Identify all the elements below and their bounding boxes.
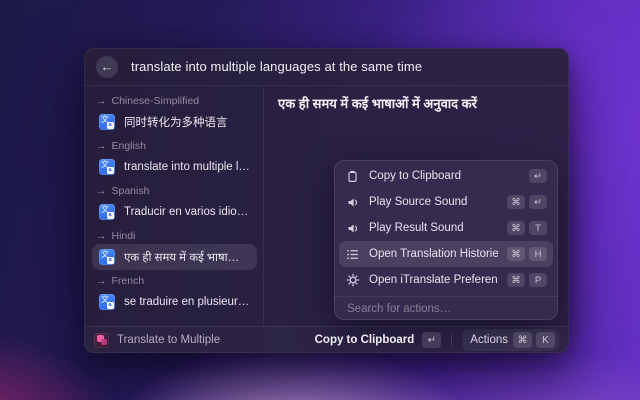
key-badge: ⌘: [507, 221, 525, 235]
arrow-left-icon: ←: [101, 59, 114, 74]
section-label: Spanish: [112, 185, 150, 197]
primary-action-button[interactable]: Copy to Clipboard: [315, 334, 415, 346]
action-item-play-result-sound[interactable]: Play Result Sound⌘T: [339, 215, 553, 241]
list-item-text: Traducir en varios idiomas en el…: [124, 206, 250, 218]
list-item-chinese-simplified[interactable]: 文a 同时转化为多种语言: [92, 109, 257, 135]
back-button[interactable]: ←: [96, 56, 118, 78]
action-item-open-itranslate-preferences[interactable]: Open iTranslate Preferences⌘P: [339, 267, 553, 293]
key-badge: H: [529, 247, 547, 261]
list-item-english[interactable]: 文a translate into multiple language…: [92, 154, 257, 180]
action-label: Open iTranslate Preferences: [369, 274, 498, 286]
action-item-play-source-sound[interactable]: Play Source Sound⌘↵: [339, 189, 553, 215]
key-badge: ⌘: [507, 195, 525, 209]
arrow-right-icon: →: [96, 95, 107, 107]
action-shortcut: ⌘T: [507, 221, 547, 235]
arrow-right-icon: →: [96, 185, 107, 197]
list-item-text: 同时转化为多种语言: [124, 114, 228, 130]
key-badge: K: [536, 332, 555, 348]
key-badge: ⌘: [513, 332, 532, 348]
list-item-text: translate into multiple language…: [124, 161, 250, 173]
arrow-right-icon: →: [96, 140, 107, 152]
key-badge: ⌘: [507, 247, 525, 261]
translate-icon: 文a: [99, 249, 115, 265]
key-badge: T: [529, 221, 547, 235]
action-label: Play Result Sound: [369, 222, 464, 234]
key-badge: ↵: [529, 195, 547, 209]
action-shortcut: ⌘H: [507, 247, 547, 261]
actions-button[interactable]: Actions ⌘K: [462, 329, 559, 351]
action-shortcut: ⌘↵: [507, 195, 547, 209]
arrow-right-icon: →: [96, 230, 107, 242]
footer-bar: Translate to Multiple Copy to Clipboard …: [84, 326, 569, 353]
search-input[interactable]: translate into multiple languages at the…: [131, 59, 422, 74]
launcher-window: ← translate into multiple languages at t…: [84, 48, 569, 353]
list-item-hindi[interactable]: 文a एक ही समय में कई भाषाओं में अनुवाद करे…: [92, 244, 257, 270]
section-header-chinese-simplified: → Chinese-Simplified: [96, 94, 253, 107]
search-header: ← translate into multiple languages at t…: [84, 48, 569, 86]
actions-button-label: Actions: [470, 334, 508, 346]
section-header-english: → English: [96, 139, 253, 152]
section-header-french: → French: [96, 274, 253, 287]
key-badge: P: [529, 273, 547, 287]
translate-icon: 文a: [99, 204, 115, 220]
action-label: Open Translation Histories: [369, 248, 498, 260]
speaker-icon: [345, 195, 360, 210]
command-title: Translate to Multiple: [117, 334, 220, 346]
desktop-background: ← translate into multiple languages at t…: [0, 0, 640, 400]
translate-icon: 文a: [99, 294, 115, 310]
actions-button-keys: ⌘K: [513, 332, 555, 348]
list-icon: [345, 247, 360, 262]
list-item-french[interactable]: 文a se traduire en plusieurs langues…: [92, 289, 257, 315]
translate-icon: 文a: [99, 159, 115, 175]
itranslate-app-icon: [94, 333, 109, 348]
section-label: Chinese-Simplified: [112, 95, 200, 107]
primary-action-keys: ↵: [422, 332, 441, 348]
footer-actions: Copy to Clipboard ↵ Actions ⌘K: [315, 329, 559, 351]
action-label: Play Source Sound: [369, 196, 467, 208]
speaker-icon: [345, 221, 360, 236]
translation-results-list: → Chinese-Simplified 文a 同时转化为多种语言 → English 文a…: [84, 86, 264, 326]
actions-list: Copy to Clipboard↵Play Source Sound⌘↵Pla…: [339, 163, 553, 293]
actions-popup-panel: Copy to Clipboard↵Play Source Sound⌘↵Pla…: [334, 160, 558, 320]
action-item-copy-to-clipboard[interactable]: Copy to Clipboard ↵: [339, 163, 553, 189]
section-label: Hindi: [112, 230, 136, 242]
section-header-hindi: → Hindi: [96, 229, 253, 242]
action-shortcut: ↵: [529, 169, 547, 183]
arrow-right-icon: →: [96, 275, 107, 287]
section-label: English: [112, 140, 146, 152]
list-item-text: एक ही समय में कई भाषाओं में अनुवाद करें: [124, 250, 250, 265]
section-header-spanish: → Spanish: [96, 184, 253, 197]
list-item-spanish[interactable]: 文a Traducir en varios idiomas en el…: [92, 199, 257, 225]
list-item-text: se traduire en plusieurs langues…: [124, 296, 250, 308]
gear-icon: [345, 273, 360, 288]
action-label: Copy to Clipboard: [369, 170, 461, 182]
footer-divider: [451, 333, 452, 347]
translate-icon: 文a: [99, 114, 115, 130]
key-badge: ↵: [529, 169, 547, 183]
key-badge: ↵: [422, 332, 441, 348]
translation-result-text: एक ही समय में कई भाषाओं में अनुवाद करें: [278, 94, 555, 112]
action-item-open-translation-histories[interactable]: Open Translation Histories⌘H: [339, 241, 553, 267]
key-badge: ⌘: [507, 273, 525, 287]
action-shortcut: ⌘P: [507, 273, 547, 287]
clipboard-icon: [345, 169, 360, 184]
section-label: French: [112, 275, 145, 287]
actions-search-input[interactable]: Search for actions…: [339, 297, 553, 320]
